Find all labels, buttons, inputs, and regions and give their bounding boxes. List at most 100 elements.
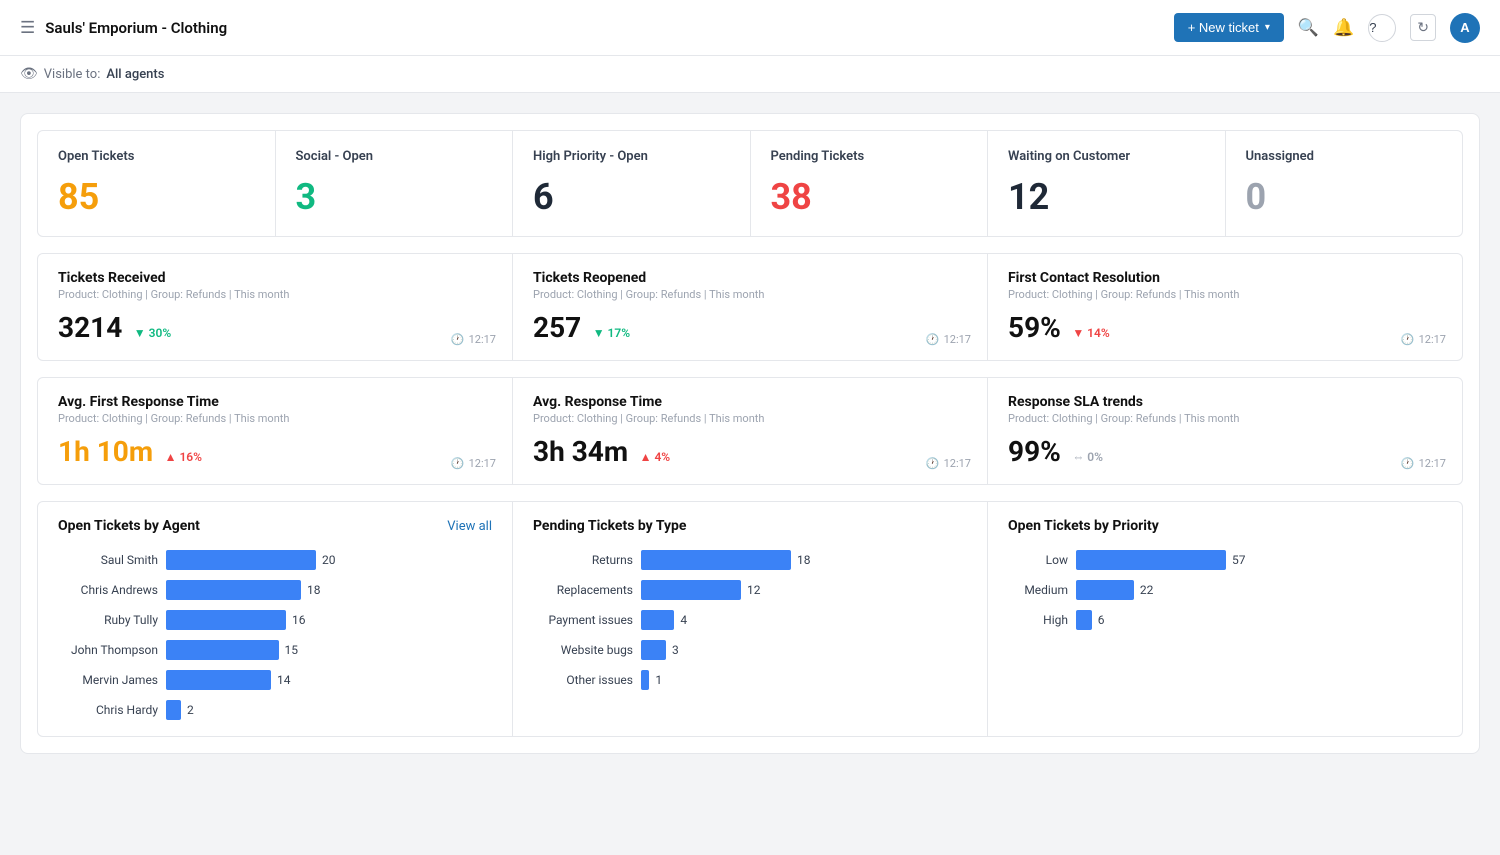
bar-label: Low	[1008, 553, 1068, 567]
bar	[1076, 580, 1134, 600]
bar	[641, 610, 674, 630]
dashboard: Open Tickets 85 Social - Open 3 High Pri…	[20, 113, 1480, 754]
bar-label: Ruby Tully	[58, 613, 158, 627]
chevron-down-icon: ▾	[1265, 22, 1270, 33]
stat-card-label-1: Social - Open	[296, 149, 493, 164]
bar-value: 18	[797, 553, 811, 567]
metric-subtitle: Product: Clothing | Group: Refunds | Thi…	[533, 412, 967, 425]
bar-wrap: 20	[166, 550, 492, 570]
bar-wrap: 3	[641, 640, 967, 660]
bar-label: Replacements	[533, 583, 633, 597]
bar	[641, 580, 741, 600]
bar-row: Chris Hardy 2	[58, 700, 492, 720]
bar	[641, 640, 666, 660]
clock-icon: 🕐	[926, 333, 940, 346]
new-ticket-button[interactable]: + New ticket ▾	[1174, 13, 1284, 42]
eye-icon: 👁	[20, 66, 38, 82]
bar-row: Chris Andrews 18	[58, 580, 492, 600]
bar-value: 18	[307, 583, 321, 597]
bar-wrap: 57	[1076, 550, 1442, 570]
bar-row: High 6	[1008, 610, 1442, 630]
metric-title: First Contact Resolution	[1008, 270, 1442, 286]
metric-value: 1h 10m	[58, 435, 153, 468]
metric-card-row1-2: Response SLA trends Product: Clothing | …	[988, 378, 1462, 484]
bar-row: Mervin James 14	[58, 670, 492, 690]
stat-card-value-5: 0	[1246, 176, 1443, 218]
bar-label: Other issues	[533, 673, 633, 687]
pending-chart-card: Pending Tickets by Type Returns 18 Repla…	[513, 502, 987, 736]
header-left: ☰ Sauls' Emporium - Clothing	[20, 18, 227, 38]
stat-card-value-1: 3	[296, 176, 493, 218]
priority-chart-card: Open Tickets by Priority Low 57 Medium 2…	[988, 502, 1462, 736]
search-icon[interactable]: 🔍	[1298, 18, 1319, 38]
app-title: Sauls' Emporium - Clothing	[45, 19, 227, 37]
bar	[166, 550, 316, 570]
bar-row: Payment issues 4	[533, 610, 967, 630]
pending-chart-header: Pending Tickets by Type	[533, 518, 967, 534]
bar-value: 12	[747, 583, 761, 597]
bar	[166, 610, 286, 630]
header: ☰ Sauls' Emporium - Clothing + New ticke…	[0, 0, 1500, 56]
metric-title: Tickets Received	[58, 270, 492, 286]
clock-icon: 🕐	[1401, 333, 1415, 346]
stat-card-label-3: Pending Tickets	[771, 149, 968, 164]
stat-card-1: Social - Open 3	[276, 131, 513, 236]
avatar[interactable]: A	[1450, 13, 1480, 43]
bar-label: John Thompson	[58, 643, 158, 657]
stat-card-label-2: High Priority - Open	[533, 149, 730, 164]
metric-card-row1-0: Avg. First Response Time Product: Clothi…	[38, 378, 512, 484]
metric-title: Avg. First Response Time	[58, 394, 492, 410]
metric-time: 🕐 12:17	[1401, 333, 1446, 346]
metric-value: 3214	[58, 311, 122, 344]
visible-to-prefix: Visible to:	[44, 67, 101, 82]
stat-card-value-2: 6	[533, 176, 730, 218]
bar-label: Website bugs	[533, 643, 633, 657]
metric-time: 🕐 12:17	[926, 333, 971, 346]
bar	[641, 550, 791, 570]
bar-label: Chris Andrews	[58, 583, 158, 597]
bar-value: 1	[655, 673, 662, 687]
bar-row: Medium 22	[1008, 580, 1442, 600]
bar	[166, 700, 181, 720]
metric-time: 🕐 12:17	[1401, 457, 1446, 470]
view-all-link[interactable]: View all	[447, 519, 492, 534]
metric-row-2: Avg. First Response Time Product: Clothi…	[37, 377, 1463, 485]
visible-to-label: All agents	[106, 67, 164, 82]
metric-badge: ▼ 30%	[134, 326, 171, 340]
help-icon[interactable]: ?	[1368, 14, 1396, 42]
stat-card-3: Pending Tickets 38	[751, 131, 988, 236]
metric-subtitle: Product: Clothing | Group: Refunds | Thi…	[1008, 288, 1442, 301]
metric-title: Response SLA trends	[1008, 394, 1442, 410]
metric-card-row0-2: First Contact Resolution Product: Clothi…	[988, 254, 1462, 360]
stat-card-2: High Priority - Open 6	[513, 131, 750, 236]
bar-value: 3	[672, 643, 679, 657]
agents-chart-title: Open Tickets by Agent	[58, 518, 200, 534]
bell-icon[interactable]: 🔔	[1333, 18, 1354, 38]
metric-time: 🕐 12:17	[451, 457, 496, 470]
main-content: Open Tickets 85 Social - Open 3 High Pri…	[0, 93, 1500, 774]
menu-icon[interactable]: ☰	[20, 18, 35, 38]
bar-wrap: 12	[641, 580, 967, 600]
stat-card-5: Unassigned 0	[1226, 131, 1463, 236]
metric-row-1: Tickets Received Product: Clothing | Gro…	[37, 253, 1463, 361]
bar-value: 15	[285, 643, 299, 657]
metric-subtitle: Product: Clothing | Group: Refunds | Thi…	[1008, 412, 1442, 425]
bar	[166, 640, 279, 660]
bar	[1076, 610, 1092, 630]
bar-value: 4	[680, 613, 687, 627]
stat-card-0: Open Tickets 85	[38, 131, 275, 236]
stat-card-value-0: 85	[58, 176, 255, 218]
bar-value: 20	[322, 553, 336, 567]
bar-label: Payment issues	[533, 613, 633, 627]
metric-time: 🕐 12:17	[926, 457, 971, 470]
refresh-icon[interactable]: ↻	[1410, 14, 1436, 41]
bar	[166, 670, 271, 690]
bar-label: Saul Smith	[58, 553, 158, 567]
priority-bar-chart: Low 57 Medium 22 High 6	[1008, 550, 1442, 630]
bar-row: Returns 18	[533, 550, 967, 570]
bar-wrap: 18	[166, 580, 492, 600]
bar-row: John Thompson 15	[58, 640, 492, 660]
metric-card-row0-1: Tickets Reopened Product: Clothing | Gro…	[513, 254, 987, 360]
metric-title: Avg. Response Time	[533, 394, 967, 410]
metric-badge: ▼ 17%	[593, 326, 630, 340]
